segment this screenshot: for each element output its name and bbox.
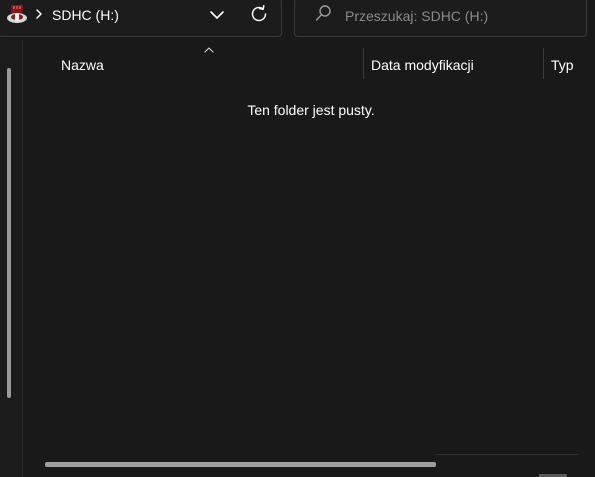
refresh-icon[interactable]	[248, 3, 270, 25]
empty-folder-message: Ten folder jest pusty.	[247, 102, 375, 118]
column-resize-handle[interactable]	[543, 48, 544, 79]
column-resize-handle[interactable]	[363, 48, 364, 79]
file-explorer-window: SDHC (H:) Nazwa Data modyfikacji Typ Ten…	[0, 0, 595, 477]
navigation-pane-scrollbar[interactable]	[7, 68, 11, 398]
horizontal-scroll-track	[436, 454, 578, 455]
search-input[interactable]	[345, 5, 580, 27]
navigation-pane	[0, 40, 22, 477]
column-header-date-modified[interactable]: Data modyfikacji	[371, 56, 474, 76]
horizontal-scrollbar[interactable]	[45, 462, 436, 467]
column-header-name[interactable]: Nazwa	[61, 56, 104, 76]
chevron-down-icon[interactable]	[206, 4, 228, 26]
column-header-type[interactable]: Typ	[551, 56, 574, 76]
sort-ascending-icon	[204, 47, 214, 53]
search-icon	[315, 5, 331, 21]
chevron-right-icon[interactable]	[34, 7, 44, 21]
breadcrumb-location[interactable]: SDHC (H:)	[52, 6, 119, 24]
removable-drive-icon	[7, 5, 27, 23]
